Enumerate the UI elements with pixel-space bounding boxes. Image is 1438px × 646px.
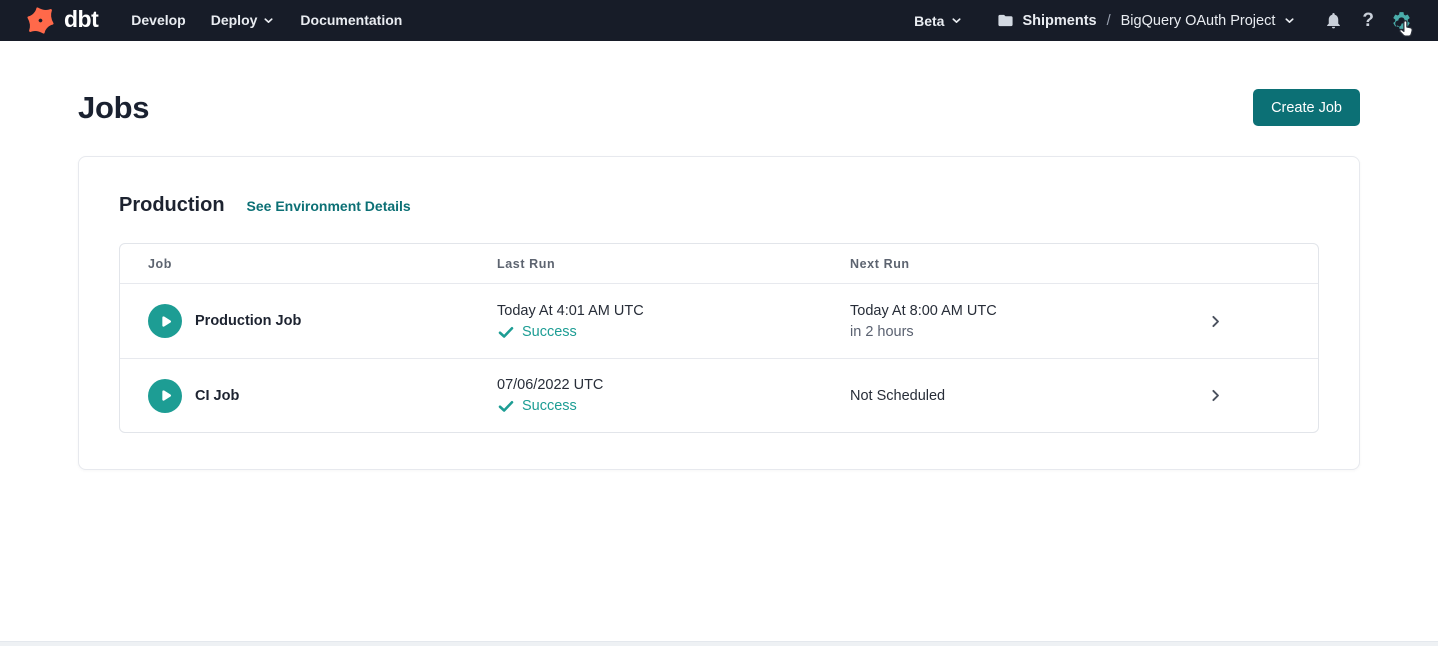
last-run-status: Success — [497, 396, 850, 416]
notifications-button[interactable] — [1324, 11, 1343, 30]
top-navbar: dbt Develop Deploy Documentation Beta Sh… — [0, 0, 1438, 41]
nav-deploy[interactable]: Deploy — [211, 0, 276, 41]
column-header-job: Job — [148, 257, 497, 271]
see-environment-details-link[interactable]: See Environment Details — [247, 198, 411, 214]
status-label: Success — [522, 396, 577, 416]
beta-dropdown[interactable]: Beta — [914, 13, 963, 29]
job-row-ci[interactable]: CI Job 07/06/2022 UTC Success Not Schedu… — [120, 358, 1318, 432]
settings-button[interactable] — [1391, 10, 1412, 31]
bell-icon — [1324, 11, 1343, 30]
gear-icon — [1391, 10, 1412, 31]
main-content: Jobs Create Job Production See Environme… — [0, 89, 1438, 470]
column-header-next-run: Next Run — [850, 257, 1140, 271]
nav-deploy-label: Deploy — [211, 0, 258, 41]
chevron-down-icon — [950, 14, 963, 27]
chevron-down-icon — [262, 14, 275, 27]
help-icon: ? — [1362, 11, 1374, 30]
check-icon — [497, 323, 515, 341]
chevron-right-icon[interactable] — [1207, 387, 1224, 404]
next-run-time: Not Scheduled — [850, 386, 1140, 406]
primary-nav: Develop Deploy Documentation — [131, 0, 402, 41]
help-button[interactable]: ? — [1362, 11, 1374, 30]
nav-develop[interactable]: Develop — [131, 0, 185, 41]
create-job-button[interactable]: Create Job — [1253, 89, 1360, 126]
beta-label: Beta — [914, 13, 944, 29]
nav-documentation[interactable]: Documentation — [300, 0, 402, 41]
play-icon — [156, 386, 175, 405]
last-run-time: 07/06/2022 UTC — [497, 375, 850, 395]
jobs-table: Job Last Run Next Run Production Job Tod… — [119, 243, 1319, 433]
check-icon — [497, 397, 515, 415]
job-row-production[interactable]: Production Job Today At 4:01 AM UTC Succ… — [120, 284, 1318, 358]
breadcrumb-separator: / — [1107, 13, 1111, 29]
column-header-last-run: Last Run — [497, 257, 850, 271]
nav-documentation-label: Documentation — [300, 0, 402, 41]
breadcrumb-project: BigQuery OAuth Project — [1121, 13, 1276, 29]
run-job-button[interactable] — [148, 379, 182, 413]
page-title: Jobs — [78, 90, 149, 126]
chevron-down-icon — [1283, 14, 1296, 27]
job-name: Production Job — [195, 313, 301, 329]
last-run-status: Success — [497, 322, 850, 342]
play-icon — [156, 312, 175, 331]
dbt-logo-icon — [24, 4, 57, 37]
job-name: CI Job — [195, 388, 239, 404]
folder-icon — [997, 12, 1014, 29]
run-job-button[interactable] — [148, 304, 182, 338]
next-run-time: Today At 8:00 AM UTC — [850, 301, 1140, 321]
environment-name: Production — [119, 194, 225, 217]
dbt-logo-text: dbt — [64, 8, 98, 34]
bottom-edge-strip — [0, 641, 1438, 646]
nav-develop-label: Develop — [131, 0, 185, 41]
status-label: Success — [522, 322, 577, 342]
last-run-time: Today At 4:01 AM UTC — [497, 301, 850, 321]
breadcrumb-account: Shipments — [1022, 13, 1096, 29]
environment-card: Production See Environment Details Job L… — [78, 156, 1360, 470]
chevron-right-icon[interactable] — [1207, 313, 1224, 330]
dbt-logo[interactable]: dbt — [24, 4, 98, 37]
next-run-note: in 2 hours — [850, 322, 1140, 342]
project-selector[interactable]: Shipments / BigQuery OAuth Project — [997, 12, 1296, 29]
jobs-table-header: Job Last Run Next Run — [120, 244, 1318, 284]
